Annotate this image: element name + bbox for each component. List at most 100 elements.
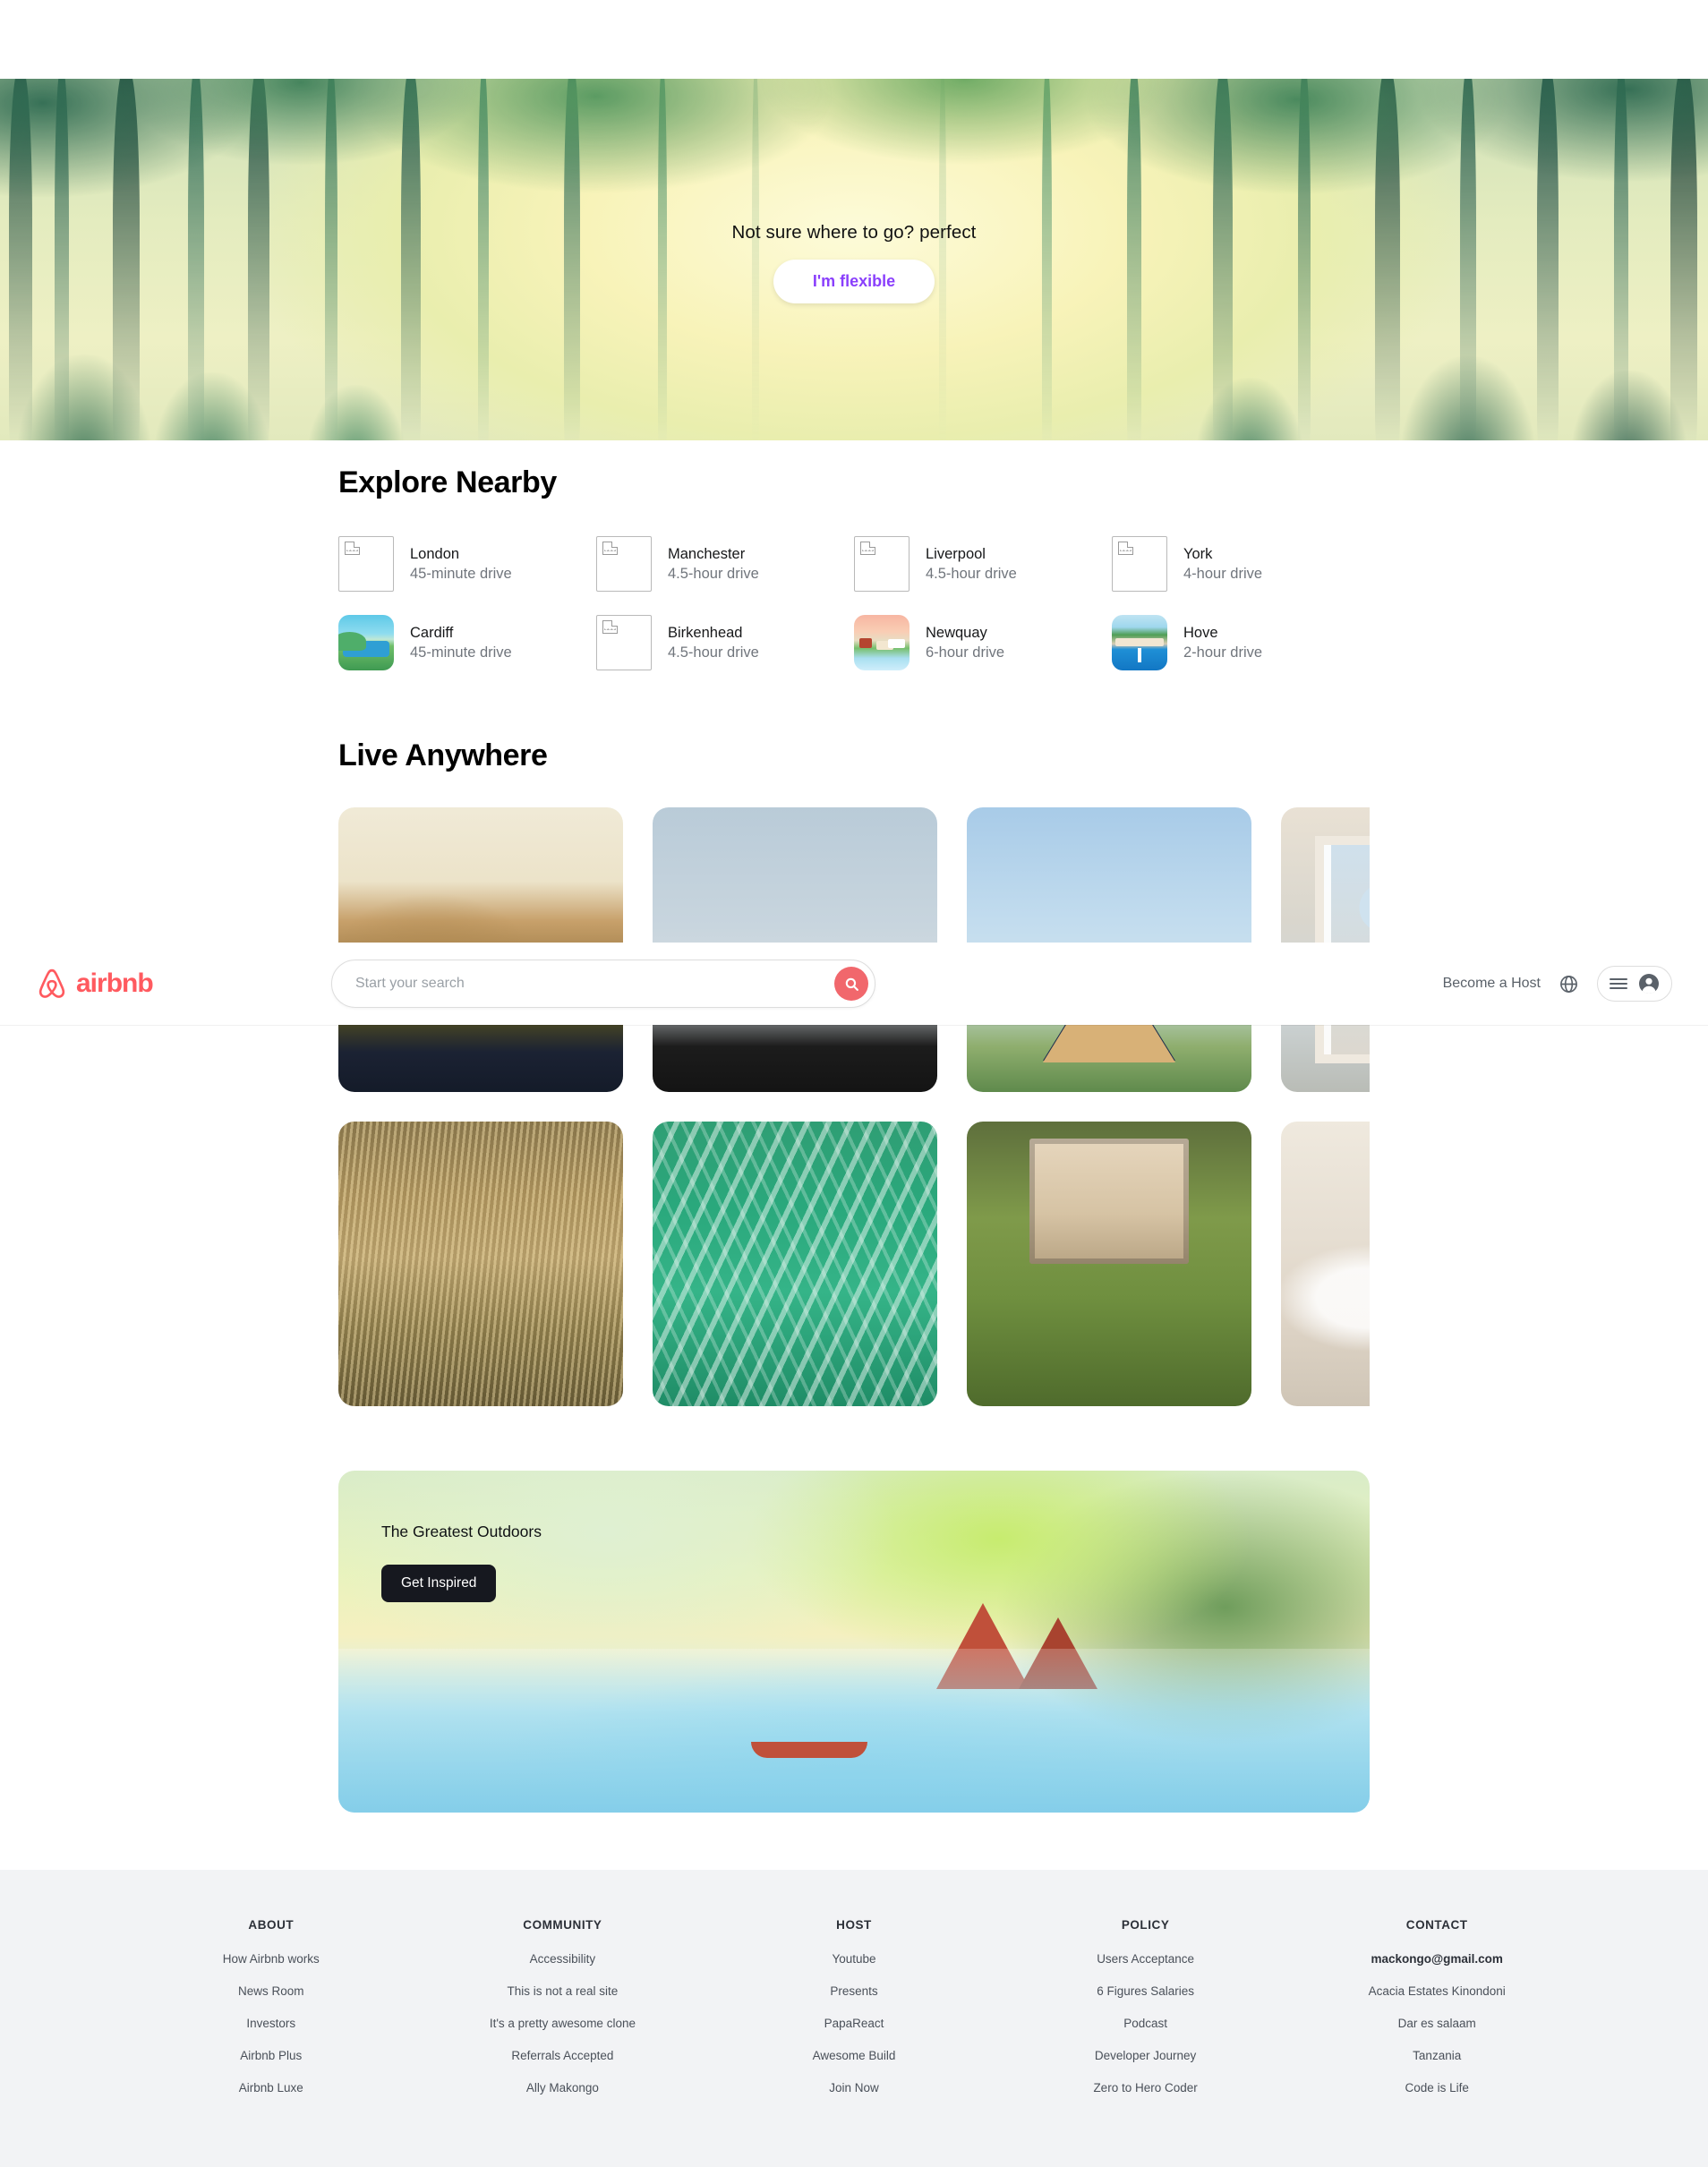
footer-link[interactable]: Ally Makongo (526, 2081, 599, 2094)
search-button[interactable] (834, 967, 868, 1001)
green-water-photo (653, 1122, 937, 1406)
nearby-card[interactable]: Hove 2-hour drive (1112, 610, 1370, 676)
hero-banner: Not sure where to go? perfect I'm flexib… (0, 79, 1708, 440)
footer-link[interactable]: Presents (830, 1984, 877, 1998)
site-header: airbnb Become a Host (0, 943, 1708, 1025)
nearby-thumbnail (338, 615, 394, 670)
footer-link[interactable]: Acacia Estates Kinondoni (1369, 1984, 1506, 1998)
footer-link[interactable]: Accessibility (530, 1952, 596, 1966)
site-footer: ABOUT How Airbnb works News Room Investors A… (0, 1870, 1708, 2167)
thumbnail-illustration (338, 615, 394, 670)
live-anywhere-card[interactable] (967, 1122, 1251, 1406)
live-anywhere-card[interactable] (1281, 1122, 1370, 1406)
nearby-card-distance: 2-hour drive (1183, 644, 1263, 661)
live-anywhere-row-two[interactable] (338, 1122, 1370, 1406)
footer-column-heading: CONTACT (1405, 1918, 1468, 1932)
broken-image-glyph (345, 542, 360, 555)
broken-image-glyph (602, 542, 618, 555)
footer-link[interactable]: It's a pretty awesome clone (490, 2017, 636, 2030)
footer-link[interactable]: How Airbnb works (223, 1952, 320, 1966)
hero-title: Not sure where to go? perfect (731, 221, 977, 243)
footer-link[interactable]: This is not a real site (507, 1984, 618, 1998)
broken-image-icon (854, 536, 910, 592)
footer-link[interactable]: Users Acceptance (1097, 1952, 1194, 1966)
boat-shape (750, 1741, 867, 1758)
live-anywhere-card[interactable] (338, 1122, 623, 1406)
live-anywhere-title: Live Anywhere (338, 738, 548, 772)
broken-image-icon (1112, 536, 1167, 592)
broken-image-icon (596, 536, 652, 592)
airbnb-clone-page: Not sure where to go? perfect I'm flexib… (0, 0, 1708, 2167)
nearby-card-name: Hove (1183, 624, 1218, 641)
footer-link[interactable]: Tanzania (1413, 2049, 1461, 2062)
search-input[interactable] (355, 976, 834, 992)
airbnb-wordmark: airbnb (76, 968, 154, 998)
footer-link[interactable]: 6 Figures Salaries (1097, 1984, 1194, 1998)
footer-column: POLICY Users Acceptance 6 Figures Salaries… (1000, 1918, 1292, 2113)
live-anywhere-card[interactable] (653, 1122, 937, 1406)
search-bar[interactable] (331, 960, 875, 1008)
footer-link[interactable]: Youtube (832, 1952, 875, 1966)
user-avatar-icon[interactable] (1638, 973, 1660, 994)
tall-grass-fence-photo (338, 1122, 623, 1406)
become-a-host-link[interactable]: Become a Host (1443, 976, 1541, 992)
footer-link[interactable]: Awesome Build (813, 2049, 896, 2062)
nearby-card[interactable]: Birkenhead 4.5-hour drive (596, 610, 854, 676)
footer-link[interactable]: News Room (238, 1984, 304, 1998)
footer-link[interactable]: Airbnb Plus (240, 2049, 302, 2062)
globe-icon[interactable] (1559, 974, 1579, 994)
footer-column-heading: COMMUNITY (523, 1918, 602, 1932)
footer-link[interactable]: Join Now (829, 2081, 879, 2094)
user-menu-pill[interactable] (1597, 966, 1672, 1002)
get-inspired-button[interactable]: Get Inspired (381, 1565, 497, 1602)
broken-image-glyph (602, 620, 618, 634)
outdoors-banner-section: The Greatest Outdoors Get Inspired (0, 1406, 1708, 1870)
footer-link[interactable]: mackongo@gmail.com (1371, 1952, 1502, 1966)
nearby-card-distance: 4-hour drive (1183, 565, 1263, 582)
nearby-card-distance: 4.5-hour drive (668, 644, 759, 661)
nearby-card-name: Liverpool (926, 545, 986, 562)
nearby-card[interactable]: Liverpool 4.5-hour drive (854, 531, 1112, 597)
footer-column-heading: ABOUT (248, 1918, 295, 1932)
footer-column: CONTACT mackongo@gmail.com Acacia Estates … (1291, 1918, 1583, 2113)
airbnb-belo-icon (38, 968, 65, 998)
nearby-card[interactable]: Newquay 6-hour drive (854, 610, 1112, 676)
nearby-thumbnail (854, 615, 910, 670)
footer-column-heading: POLICY (1121, 1918, 1170, 1932)
nearby-card[interactable]: Manchester 4.5-hour drive (596, 531, 854, 597)
thumbnail-illustration (1112, 615, 1167, 670)
broken-image-glyph (1118, 542, 1133, 555)
hero-content: Not sure where to go? perfect I'm flexib… (0, 79, 1708, 440)
footer-link[interactable]: Investors (246, 2017, 295, 2030)
nearby-card[interactable]: York 4-hour drive (1112, 531, 1370, 597)
airbnb-logo[interactable]: airbnb (36, 967, 331, 1001)
footer-link[interactable]: PapaReact (824, 2017, 884, 2030)
nearby-card-distance: 4.5-hour drive (668, 565, 759, 582)
header-actions: Become a Host (875, 966, 1672, 1002)
footer-link[interactable]: Code is Life (1405, 2081, 1469, 2094)
footer-link[interactable]: Dar es salaam (1398, 2017, 1476, 2030)
live-anywhere-section: Live Anywhere (0, 676, 1708, 1406)
explore-nearby-grid: London 45-minute drive Manchester 4.5-hour … (338, 531, 1370, 676)
hamburger-menu-icon[interactable] (1610, 977, 1627, 990)
footer-link[interactable]: Podcast (1123, 2017, 1167, 2030)
banner-title: The Greatest Outdoors (381, 1523, 542, 1540)
nearby-card-name: Birkenhead (668, 624, 743, 641)
nearby-thumbnail (1112, 615, 1167, 670)
broken-image-icon (596, 615, 652, 670)
broken-image-glyph (860, 542, 875, 555)
footer-link[interactable]: Referrals Accepted (511, 2049, 613, 2062)
footer-link[interactable]: Zero to Hero Coder (1093, 2081, 1197, 2094)
nearby-card-distance: 6-hour drive (926, 644, 1005, 661)
im-flexible-button[interactable]: I'm flexible (773, 259, 935, 303)
outdoors-banner[interactable]: The Greatest Outdoors Get Inspired (338, 1471, 1370, 1813)
nearby-card-name: Newquay (926, 624, 987, 641)
explore-nearby-title: Explore Nearby (338, 465, 557, 499)
footer-link[interactable]: Airbnb Luxe (239, 2081, 303, 2094)
footer-link[interactable]: Developer Journey (1095, 2049, 1196, 2062)
nearby-card[interactable]: Cardiff 45-minute drive (338, 610, 596, 676)
broken-image-icon (338, 536, 394, 592)
nearby-card-distance: 45-minute drive (410, 565, 512, 582)
nearby-card[interactable]: London 45-minute drive (338, 531, 596, 597)
bedding-photo (1281, 1122, 1370, 1406)
